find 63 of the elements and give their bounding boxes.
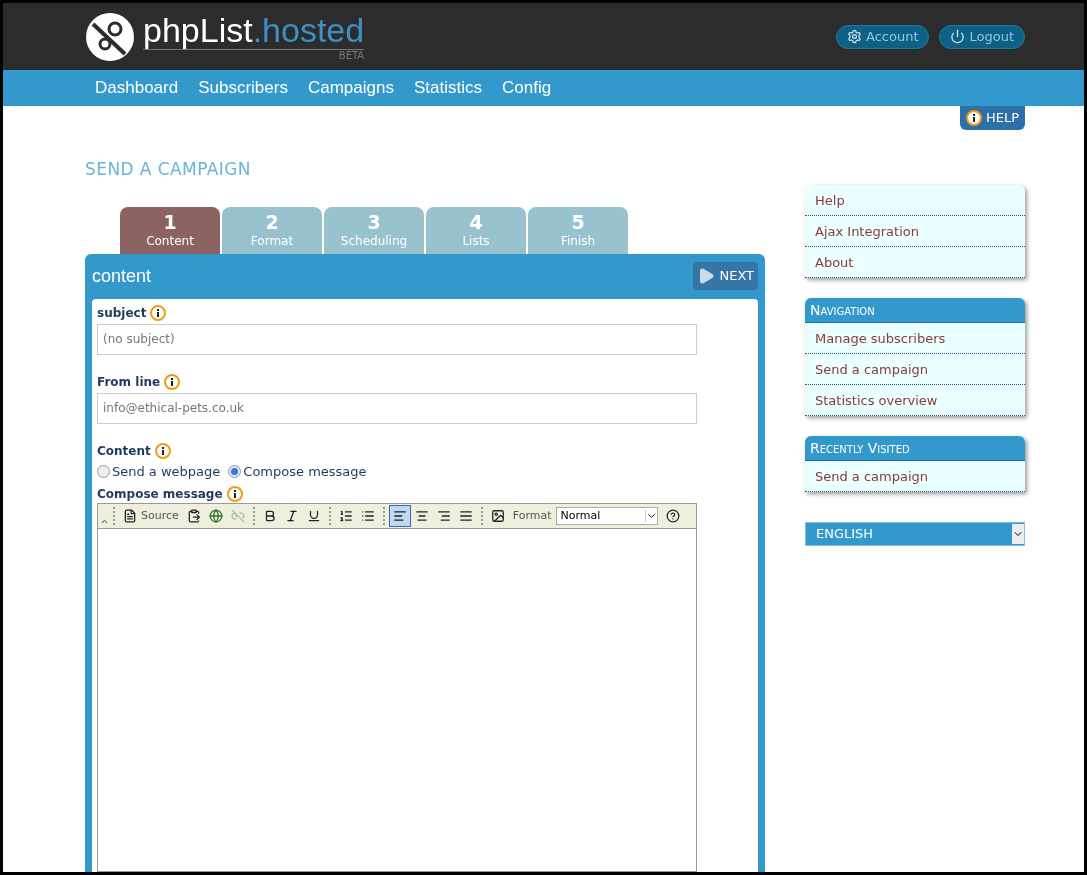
account-button[interactable]: Account	[836, 24, 930, 49]
field-label: subject	[97, 304, 147, 322]
sidebar-link[interactable]: Ajax Integration	[805, 216, 1025, 247]
info-icon	[154, 442, 171, 459]
nav-link[interactable]: Campaigns	[307, 75, 394, 101]
nav-link[interactable]: Statistics	[413, 75, 482, 101]
info-icon	[164, 373, 181, 390]
caret-icon	[644, 510, 657, 522]
radio-button[interactable]	[228, 464, 242, 478]
step-tab[interactable]: 1 Content	[120, 206, 220, 254]
sidebar-link[interactable]: About	[805, 247, 1025, 278]
format-label: Format	[512, 507, 552, 524]
justify-icon	[458, 509, 473, 523]
help-button[interactable]: HELP	[959, 106, 1025, 130]
nav-link[interactable]: Config	[501, 75, 552, 101]
info-icon	[150, 304, 167, 321]
text-field[interactable]: info@ethical-pets.co.uk	[97, 392, 697, 424]
align-left-icon	[392, 509, 407, 523]
link-icon	[208, 509, 223, 523]
next-button[interactable]: NEXT	[693, 262, 758, 290]
field-label: Compose message	[97, 486, 223, 503]
logo-icon	[85, 11, 135, 62]
unlink-icon	[230, 509, 245, 523]
format-select[interactable]: Normal	[555, 507, 658, 525]
sidebar-link[interactable]: Send a campaign	[805, 461, 1025, 492]
radio-button[interactable]	[97, 464, 110, 478]
beta-label: BETA	[338, 50, 365, 61]
info-icon	[226, 486, 243, 502]
sidebar-link[interactable]: Statistics overview	[805, 385, 1025, 416]
panel-title: content	[92, 264, 152, 288]
align-center-icon	[414, 509, 429, 523]
bullet-list-icon	[360, 509, 375, 523]
sidebar-link[interactable]: Send a campaign	[805, 354, 1025, 385]
panel-heading: Navigation	[805, 298, 1025, 323]
logo-wordmark: phpList.hosted	[143, 12, 365, 50]
field-label: Content	[97, 442, 151, 460]
info-icon	[965, 110, 982, 126]
source-button[interactable]: Source	[119, 505, 183, 527]
page-title: SEND A CAMPAIGN	[85, 158, 252, 181]
panel-heading: Recently Visited	[805, 436, 1025, 461]
field-label: From line	[97, 373, 161, 391]
align-right-icon	[436, 509, 451, 523]
collapse-icon[interactable]	[100, 517, 109, 526]
play-icon	[697, 267, 716, 285]
source-icon	[123, 509, 137, 523]
power-icon	[950, 29, 966, 44]
sidebar-link[interactable]: Manage subscribers	[805, 323, 1025, 354]
nav-link[interactable]: Subscribers	[198, 75, 288, 101]
ordered-list-icon	[338, 509, 353, 523]
image-icon	[490, 509, 505, 523]
language-select[interactable]: ENGLISH	[805, 522, 1025, 546]
sidebar-link[interactable]: Help	[805, 185, 1025, 216]
gear-icon	[847, 29, 862, 44]
nav-link[interactable]: Dashboard	[95, 75, 179, 101]
align-left-button[interactable]	[388, 505, 411, 527]
underline-icon	[306, 509, 321, 523]
logout-button[interactable]: Logout	[939, 24, 1025, 49]
italic-icon	[284, 509, 299, 523]
radio-label: Compose message	[243, 462, 367, 481]
text-field[interactable]: (no subject)	[97, 323, 697, 355]
radio-label: Send a webpage	[112, 462, 221, 481]
caret-icon	[1012, 524, 1024, 544]
help-icon	[665, 509, 680, 523]
